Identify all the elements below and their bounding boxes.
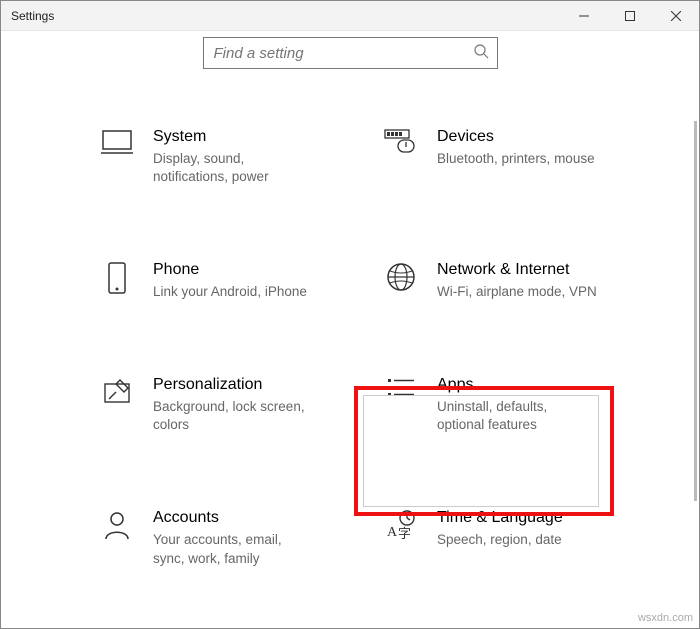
tile-title: System [153,127,313,148]
close-button[interactable] [653,1,699,31]
tile-subtitle: Background, lock screen, colors [153,398,313,434]
tile-time-language[interactable]: A字 Time & Language Speech, region, date [375,500,659,575]
tile-subtitle: Uninstall, defaults, optional features [437,398,597,434]
accounts-icon [99,508,135,540]
phone-icon [99,260,135,294]
tile-title: Time & Language [437,508,563,529]
search-icon [473,43,489,64]
tile-title: Apps [437,375,597,396]
tile-subtitle: Speech, region, date [437,531,563,549]
search-box[interactable] [203,37,498,69]
tile-personalization[interactable]: Personalization Background, lock screen,… [91,367,375,442]
tile-title: Personalization [153,375,313,396]
globe-icon [383,260,419,292]
minimize-button[interactable] [561,1,607,31]
tile-devices[interactable]: Devices Bluetooth, printers, mouse [375,119,659,194]
maximize-button[interactable] [607,1,653,31]
tile-title: Accounts [153,508,313,529]
system-icon [99,127,135,155]
tile-title: Phone [153,260,307,281]
scrollbar-thumb[interactable] [694,121,697,501]
time-language-icon: A字 [383,508,419,540]
personalization-icon [99,375,135,407]
tile-network[interactable]: Network & Internet Wi-Fi, airplane mode,… [375,252,659,309]
tile-subtitle: Wi-Fi, airplane mode, VPN [437,283,597,301]
tile-system[interactable]: System Display, sound, notifications, po… [91,119,375,194]
devices-icon [383,127,419,155]
tile-subtitle: Your accounts, email, sync, work, family [153,531,313,567]
watermark: wsxdn.com [638,612,693,624]
tile-accounts[interactable]: Accounts Your accounts, email, sync, wor… [91,500,375,575]
tile-subtitle: Bluetooth, printers, mouse [437,150,595,168]
svg-text:字: 字 [398,526,411,540]
tile-apps[interactable]: Apps Uninstall, defaults, optional featu… [375,367,659,442]
tile-phone[interactable]: Phone Link your Android, iPhone [91,252,375,309]
tile-title: Network & Internet [437,260,597,281]
tile-subtitle: Link your Android, iPhone [153,283,307,301]
window-title: Settings [11,9,54,23]
apps-icon [383,375,419,403]
svg-text:A: A [387,525,398,540]
titlebar: Settings [1,1,699,31]
tile-subtitle: Display, sound, notifications, power [153,150,313,186]
search-input[interactable] [212,44,473,63]
tile-title: Devices [437,127,595,148]
